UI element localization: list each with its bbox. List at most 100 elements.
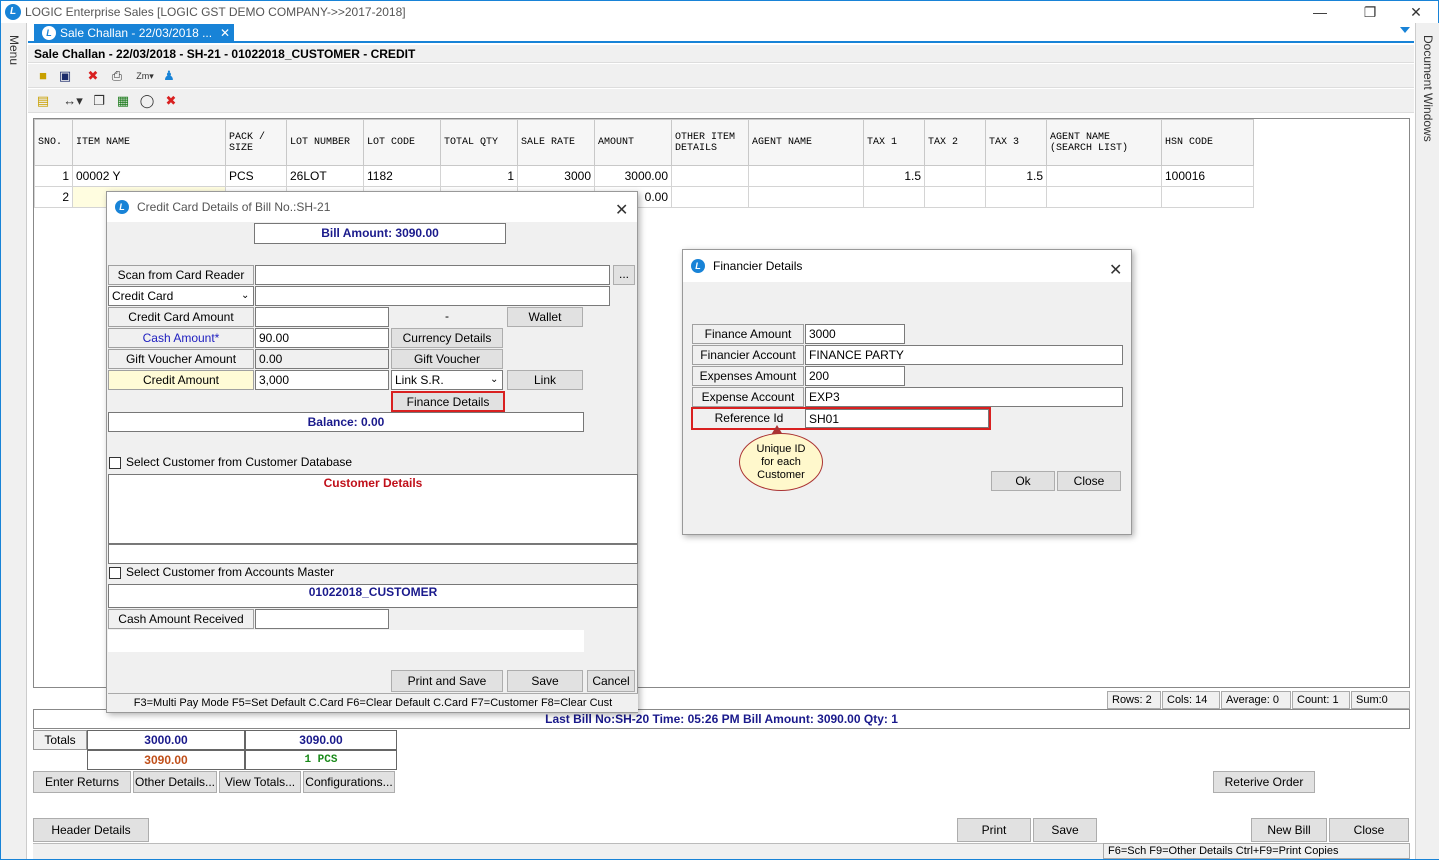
other-details-button[interactable]: Other Details...: [133, 771, 217, 793]
cell[interactable]: 100016: [1161, 165, 1254, 187]
binoculars-icon[interactable]: ◯: [138, 92, 156, 110]
col-header[interactable]: OTHER ITEM DETAILS: [671, 119, 749, 166]
cell[interactable]: [671, 186, 749, 208]
dialog-save-button[interactable]: Save: [507, 670, 583, 692]
link-sr-select[interactable]: Link S.R. ⌄: [391, 370, 503, 390]
cash-amount-input[interactable]: 90.00: [255, 328, 389, 348]
col-header[interactable]: SALE RATE: [517, 119, 595, 166]
cell[interactable]: 3000.00: [594, 165, 672, 187]
copy-icon[interactable]: ❐: [90, 92, 108, 110]
financier-account-input[interactable]: FINANCE PARTY: [805, 345, 1123, 365]
new-bill-button[interactable]: New Bill: [1251, 818, 1327, 842]
currency-details-button[interactable]: Currency Details: [391, 328, 503, 348]
cell[interactable]: [748, 186, 864, 208]
configurations-button[interactable]: Configurations...: [303, 771, 395, 793]
users-icon[interactable]: ♟: [160, 67, 178, 85]
side-menu-panel[interactable]: Menu: [1, 23, 27, 859]
cell[interactable]: [863, 186, 925, 208]
print-button[interactable]: Print: [957, 818, 1031, 842]
col-header[interactable]: PACK / SIZE: [225, 119, 287, 166]
excel-icon[interactable]: ▦: [114, 92, 132, 110]
enter-returns-button[interactable]: Enter Returns: [33, 771, 131, 793]
customer-search-input[interactable]: [108, 544, 638, 564]
col-header[interactable]: AGENT NAME: [748, 119, 864, 166]
close-button[interactable]: Close: [1329, 818, 1409, 842]
document-windows-panel[interactable]: Document Windows: [1415, 23, 1439, 859]
cell[interactable]: 26LOT: [286, 165, 364, 187]
col-header[interactable]: HSN CODE: [1161, 119, 1254, 166]
table-row[interactable]: 1 00002 Y PCS 26LOT 1182 1 3000 3000.00 …: [34, 165, 1254, 187]
cell[interactable]: [748, 165, 864, 187]
wallet-button[interactable]: Wallet: [507, 307, 583, 327]
cell[interactable]: [1161, 186, 1254, 208]
browse-button[interactable]: ...: [613, 265, 635, 285]
cell[interactable]: [924, 165, 986, 187]
new-icon[interactable]: ■: [34, 67, 52, 85]
cell[interactable]: PCS: [225, 165, 287, 187]
cell[interactable]: 3000: [517, 165, 595, 187]
header-details-button[interactable]: Header Details: [33, 818, 149, 842]
col-header[interactable]: LOT CODE: [363, 119, 441, 166]
gift-voucher-button[interactable]: Gift Voucher: [391, 349, 503, 369]
col-header[interactable]: TOTAL QTY: [440, 119, 518, 166]
finance-details-button[interactable]: Finance Details: [391, 391, 505, 412]
cell[interactable]: [1046, 186, 1162, 208]
clear-icon[interactable]: ✖: [162, 92, 180, 110]
save-icon[interactable]: ▣: [56, 67, 74, 85]
col-header[interactable]: SNO.: [34, 119, 73, 166]
col-header[interactable]: LOT NUMBER: [286, 119, 364, 166]
cell[interactable]: 1182: [363, 165, 441, 187]
delete-icon[interactable]: ✖: [84, 67, 102, 85]
expenses-amount-input[interactable]: 200: [805, 366, 905, 386]
save-button[interactable]: Save: [1033, 818, 1097, 842]
reference-id-input[interactable]: SH01: [805, 409, 989, 428]
scan-card-input[interactable]: [255, 265, 610, 285]
document-windows-label[interactable]: Document Windows: [1421, 35, 1435, 142]
dialog-cancel-button[interactable]: Cancel: [587, 670, 635, 692]
cell[interactable]: 1.5: [863, 165, 925, 187]
card-type-select[interactable]: Credit Card ⌄: [108, 286, 254, 306]
tab-close-icon[interactable]: ✕: [220, 24, 230, 43]
col-header[interactable]: ITEM NAME: [72, 119, 226, 166]
cell[interactable]: [985, 186, 1047, 208]
tab-dropdown-icon[interactable]: [1400, 27, 1410, 33]
credit-dialog-close-icon[interactable]: ✕: [615, 196, 628, 226]
col-header[interactable]: TAX 2: [924, 119, 986, 166]
cell[interactable]: 1: [34, 165, 73, 187]
cell[interactable]: [924, 186, 986, 208]
cell[interactable]: 2: [34, 186, 73, 208]
customer-details-box[interactable]: Customer Details: [108, 474, 638, 544]
cell[interactable]: 1.5: [985, 165, 1047, 187]
view-totals-button[interactable]: View Totals...: [219, 771, 301, 793]
credit-amount-input[interactable]: 3,000: [255, 370, 389, 390]
financier-ok-button[interactable]: Ok: [991, 471, 1055, 491]
tab-sale-challan[interactable]: L Sale Challan - 22/03/2018 ... ✕: [34, 24, 234, 43]
select-db-checkbox[interactable]: [109, 457, 121, 469]
resize-columns-icon[interactable]: ↔▾: [60, 92, 86, 110]
col-header[interactable]: AGENT NAME (SEARCH LIST): [1046, 119, 1162, 166]
col-header[interactable]: TAX 1: [863, 119, 925, 166]
finance-amount-input[interactable]: 3000: [805, 324, 905, 344]
cc-amount-input[interactable]: [255, 307, 389, 327]
gift-voucher-input[interactable]: 0.00: [255, 349, 389, 369]
cell[interactable]: [671, 165, 749, 187]
financier-dialog-close-icon[interactable]: ✕: [1109, 255, 1122, 287]
zoom-icon[interactable]: Zm▾: [132, 67, 158, 85]
print-and-save-button[interactable]: Print and Save: [391, 670, 503, 692]
select-accounts-checkbox[interactable]: [109, 567, 121, 579]
minimize-button[interactable]: —: [1297, 1, 1343, 23]
expense-account-input[interactable]: EXP3: [805, 387, 1123, 407]
print-icon[interactable]: ⎙: [108, 67, 126, 85]
cell[interactable]: 00002 Y: [72, 165, 226, 187]
cell[interactable]: [1046, 165, 1162, 187]
notes-icon[interactable]: ▤: [34, 92, 52, 110]
financier-close-button[interactable]: Close: [1057, 471, 1121, 491]
restore-button[interactable]: ❐: [1347, 1, 1393, 23]
close-window-button[interactable]: ✕: [1393, 1, 1439, 23]
cash-received-input[interactable]: [255, 609, 389, 629]
card-number-input[interactable]: [255, 286, 610, 306]
side-menu-label[interactable]: Menu: [7, 35, 21, 65]
col-header[interactable]: AMOUNT: [594, 119, 672, 166]
retrieve-order-button[interactable]: Reterive Order: [1213, 771, 1315, 793]
cell[interactable]: 1: [440, 165, 518, 187]
